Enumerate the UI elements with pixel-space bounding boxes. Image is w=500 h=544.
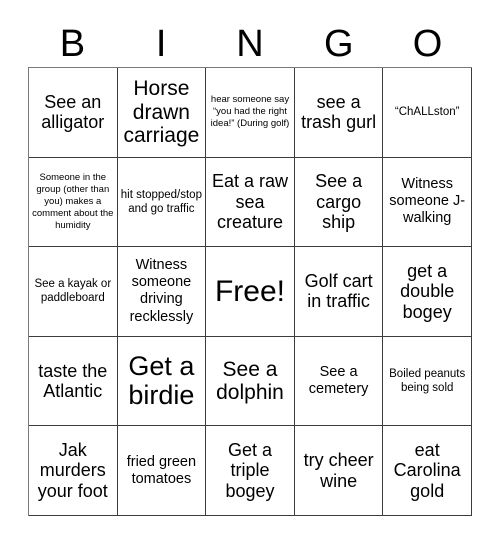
bingo-cell[interactable]: See a dolphin: [206, 336, 295, 427]
bingo-cell[interactable]: fried green tomatoes: [117, 426, 207, 516]
bingo-header-letter-b: B: [59, 23, 86, 65]
bingo-cell-label: try cheer wine: [303, 450, 374, 491]
bingo-header-letter-i: I: [155, 23, 167, 65]
bingo-cell-label: Jak murders your foot: [37, 439, 108, 501]
bingo-cell-label: See a cargo ship: [315, 171, 363, 233]
bingo-grid: See an alligator Horse drawn carriage hear…: [28, 67, 472, 516]
bingo-cell-label: Horse drawn carriage: [123, 77, 200, 148]
bingo-header-letter-g: G: [324, 23, 354, 65]
bingo-cell[interactable]: Boiled peanuts being sold: [383, 336, 472, 427]
bingo-cell[interactable]: See a cargo ship: [294, 157, 384, 248]
bingo-free-space[interactable]: Free!: [206, 247, 295, 337]
bingo-cell-label: Get a triple bogey: [225, 439, 275, 501]
bingo-cell[interactable]: See an alligator: [29, 68, 118, 158]
bingo-cell[interactable]: Witness someone driving recklessly: [117, 247, 207, 337]
bingo-cell[interactable]: See a cemetery: [294, 336, 384, 427]
bingo-cell-label: hit stopped/stop and go traffic: [120, 188, 202, 215]
bingo-header-letter-o: O: [412, 23, 443, 65]
bingo-cell[interactable]: hear someone say “you had the right idea…: [206, 68, 295, 158]
bingo-cell-label: See a dolphin: [216, 357, 284, 405]
bingo-header-letter-n: N: [236, 23, 264, 65]
bingo-cell[interactable]: try cheer wine: [294, 426, 384, 516]
bingo-cell-label: Golf cart in traffic: [304, 270, 373, 312]
bingo-cell-label: Eat a raw sea creature: [211, 171, 289, 233]
bingo-cell-label: get a double bogey: [400, 260, 455, 322]
bingo-cell-label: taste the Atlantic: [38, 360, 108, 402]
bingo-cell-label: Free!: [214, 274, 285, 308]
bingo-cell-label: Witness someone driving recklessly: [129, 257, 194, 325]
bingo-cell-label: See a cemetery: [308, 363, 369, 398]
bingo-cell[interactable]: taste the Atlantic: [29, 336, 118, 427]
bingo-cell[interactable]: Get a birdie: [117, 336, 207, 427]
bingo-cell[interactable]: Jak murders your foot: [29, 426, 118, 516]
bingo-cell[interactable]: get a double bogey: [383, 247, 472, 337]
bingo-cell[interactable]: eat Carolina gold: [383, 426, 472, 516]
bingo-cell-label: fried green tomatoes: [126, 453, 197, 487]
bingo-cell-label: Someone in the group (other than you) ma…: [32, 171, 114, 232]
bingo-cell-label: See a kayak or paddleboard: [34, 278, 112, 305]
bingo-cell[interactable]: Golf cart in traffic: [294, 247, 384, 337]
bingo-cell[interactable]: See a kayak or paddleboard: [29, 247, 118, 337]
bingo-cell-label: eat Carolina gold: [393, 439, 461, 501]
bingo-cell[interactable]: hit stopped/stop and go traffic: [117, 157, 207, 248]
bingo-header-row: B I N G O: [28, 22, 472, 67]
bingo-cell[interactable]: Eat a raw sea creature: [206, 157, 295, 248]
bingo-cell-label: Witness someone J-walking: [389, 176, 466, 227]
bingo-cell[interactable]: Witness someone J-walking: [383, 157, 472, 248]
bingo-cell-label: Boiled peanuts being sold: [389, 368, 466, 395]
bingo-card: B I N G O See an alligator Horse drawn ca…: [0, 0, 500, 544]
bingo-cell[interactable]: Horse drawn carriage: [117, 68, 207, 158]
bingo-cell-label: Get a birdie: [128, 350, 195, 411]
bingo-cell-label: see a trash gurl: [301, 91, 377, 133]
bingo-cell[interactable]: “ChALLston”: [383, 68, 472, 158]
bingo-cell-label: hear someone say “you had the right idea…: [210, 94, 290, 130]
bingo-cell[interactable]: Someone in the group (other than you) ma…: [29, 157, 118, 248]
bingo-cell[interactable]: Get a triple bogey: [206, 426, 295, 516]
bingo-cell-label: “ChALLston”: [394, 106, 460, 119]
bingo-cell-label: See an alligator: [41, 91, 105, 133]
bingo-cell[interactable]: see a trash gurl: [294, 68, 384, 158]
